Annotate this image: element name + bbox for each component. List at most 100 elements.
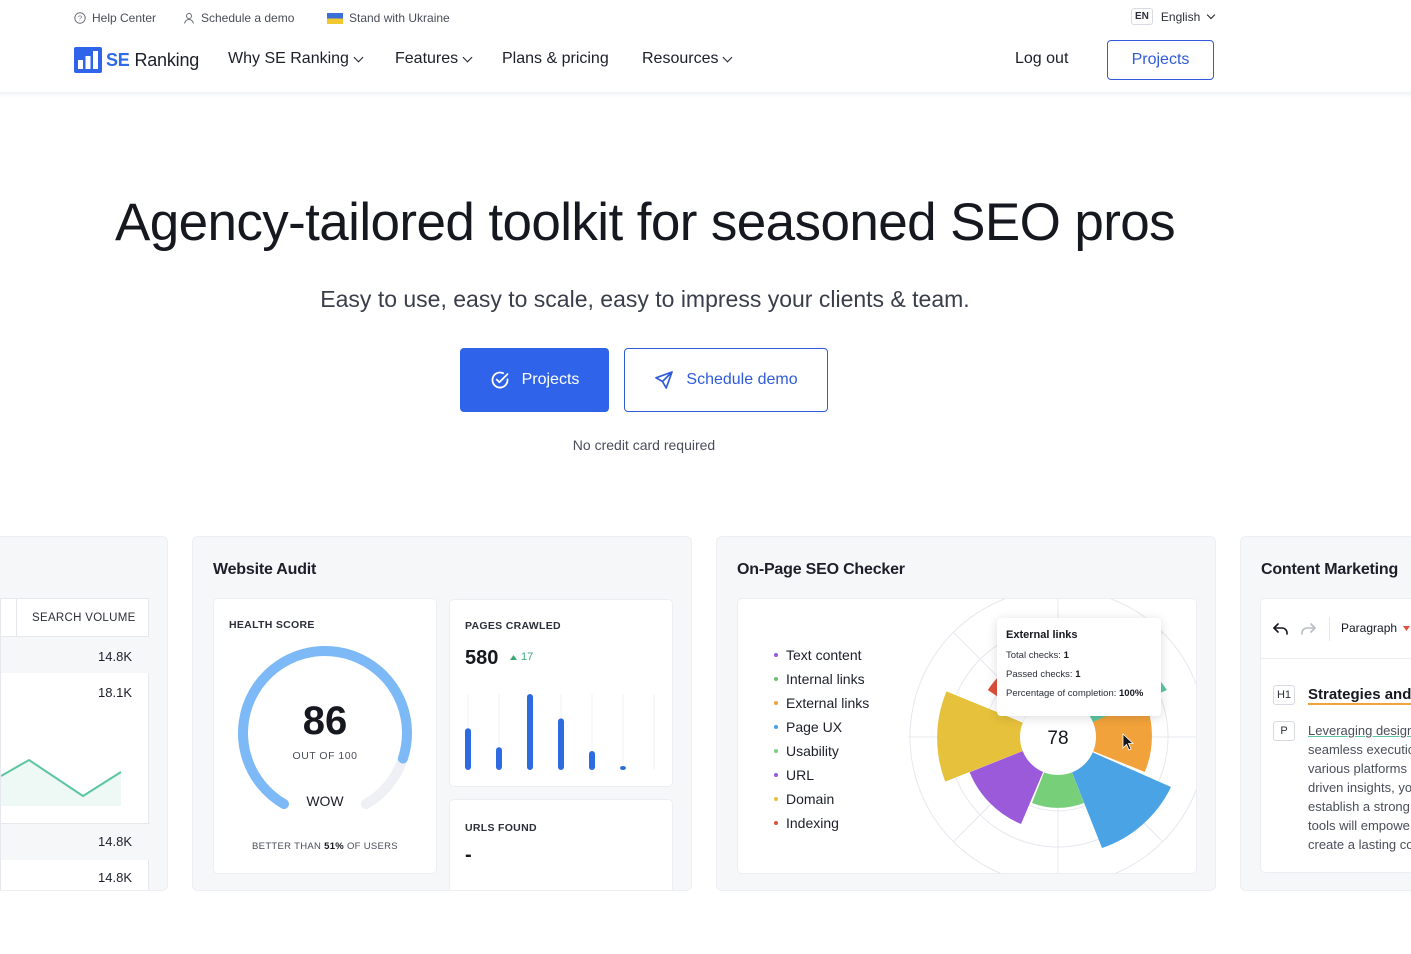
keyword-research-card[interactable]: SEARCH VOLUME 14.8K 18.1K 14.8K 14.8K [0, 536, 168, 891]
nav-resources-label: Resources [642, 50, 719, 67]
legend-label: Domain [786, 791, 835, 807]
pages-crawled-bar [589, 751, 595, 770]
legend-dot-icon [774, 701, 778, 705]
nav-plans-pricing[interactable]: Plans & pricing [502, 50, 609, 68]
better-than-note: BETTER THAN 51% OF USERS [252, 841, 398, 852]
checker-legend: Text content Internal links External links… [774, 643, 869, 835]
content-marketing-title: Content Marketing [1261, 561, 1399, 578]
h1-tag: H1 [1273, 685, 1295, 705]
nav-why-label: Why SE Ranking [228, 50, 349, 67]
stand-with-ukraine-label: Stand with Ukraine [349, 11, 450, 25]
svg-text:?: ? [78, 14, 82, 23]
check-circle-icon [491, 371, 508, 389]
nav-projects-button[interactable]: Projects [1107, 40, 1214, 80]
legend-dot-icon [774, 797, 778, 801]
pages-crawled-label: PAGES CRAWLED [465, 620, 561, 632]
checker-score: 78 [1047, 728, 1068, 749]
logo-wordmark: SE Ranking [106, 49, 200, 70]
main-nav: SE Ranking Why SE Ranking Features Plans… [0, 36, 1411, 92]
schedule-demo-label: Schedule a demo [201, 11, 295, 25]
legend-dot-icon [774, 677, 778, 681]
legend-item: URL [774, 763, 869, 787]
projects-cta-button[interactable]: Projects [460, 348, 609, 412]
editor-heading: Strategies and [1308, 686, 1411, 705]
on-page-seo-checker-card[interactable]: On-Page SEO Checker Text content Internal… [716, 536, 1216, 891]
health-score-grade: WOW [306, 793, 344, 809]
pages-crawled-bar [496, 747, 502, 770]
language-name: English [1160, 9, 1201, 24]
website-audit-title: Website Audit [213, 561, 317, 578]
urls-found-label: URLS FOUND [465, 822, 537, 834]
help-center-label: Help Center [92, 11, 157, 25]
health-score-label: HEALTH SCORE [229, 619, 315, 631]
content-editor: Paragraph H1 Strategies and P Leveraging… [1260, 598, 1411, 873]
content-marketing-card[interactable]: Content Marketing Paragraph H1 Strategie… [1240, 536, 1411, 891]
legend-label: External links [786, 695, 870, 711]
pages-crawled-bar [620, 766, 626, 770]
nav-divider [0, 92, 1411, 98]
legend-item: Internal links [774, 667, 869, 691]
paragraph-line: establish a strong [1308, 799, 1410, 814]
table-cell-volume: 14.8K [98, 649, 132, 664]
projects-cta-label: Projects [521, 371, 580, 388]
hero-subtitle: Easy to use, easy to scale, easy to impr… [320, 286, 970, 312]
table-cell-volume: 18.1K [98, 685, 132, 700]
legend-dot-icon [774, 725, 778, 729]
user-icon [184, 13, 194, 24]
nav-features[interactable]: Features [395, 50, 473, 68]
legend-item: Domain [774, 787, 869, 811]
trend-sparkline [1, 758, 122, 806]
help-center-link[interactable]: ? Help Center [74, 11, 156, 25]
legend-dot-icon [774, 653, 778, 657]
legend-dot-icon [774, 749, 778, 753]
schedule-demo-cta-button[interactable]: Schedule demo [624, 348, 828, 412]
paragraph-line: driven insights, yo [1308, 780, 1411, 795]
logo-bars-icon [74, 47, 102, 73]
legend-item: Usability [774, 739, 869, 763]
pages-crawled-chart [465, 694, 655, 770]
legend-item: Page UX [774, 715, 869, 739]
stand-with-ukraine-link[interactable]: Stand with Ukraine [327, 11, 450, 25]
legend-dot-icon [774, 773, 778, 777]
schedule-demo-link[interactable]: Schedule a demo [183, 11, 294, 25]
chevron-down-icon [462, 52, 473, 62]
legend-item: External links [774, 691, 869, 715]
pages-crawled-bar [558, 718, 564, 770]
nav-resources[interactable]: Resources [642, 50, 733, 68]
checker-panel: Text content Internal links External links… [737, 598, 1197, 874]
nav-why-se-ranking[interactable]: Why SE Ranking [228, 50, 364, 68]
health-score-value: 86 [302, 699, 348, 743]
language-code: EN [1131, 8, 1153, 25]
chevron-down-icon [723, 52, 733, 62]
p-tag: P [1273, 721, 1295, 741]
legend-label: Text content [786, 647, 862, 663]
pages-crawled-value: 580 [465, 647, 499, 669]
website-audit-card[interactable]: Website Audit HEALTH SCORE 86 OUT OF 100… [192, 536, 692, 891]
search-volume-header: SEARCH VOLUME [32, 611, 136, 624]
chevron-down-icon [1207, 10, 1216, 19]
urls-found-panel: URLS FOUND - [449, 799, 673, 890]
on-page-checker-title: On-Page SEO Checker [737, 561, 905, 578]
paragraph-style-select[interactable]: Paragraph [1341, 621, 1411, 635]
paragraph-line: create a lasting co [1308, 837, 1411, 852]
urls-found-value: - [465, 844, 472, 866]
legend-label: Usability [786, 743, 839, 759]
paper-plane-icon [655, 371, 674, 389]
legend-label: Internal links [786, 671, 865, 687]
redo-icon[interactable] [1300, 623, 1316, 635]
language-selector[interactable]: EN English [1131, 8, 1216, 25]
editor-paragraph: Leveraging design seamless executic variou… [1308, 721, 1411, 854]
editor-toolbar: Paragraph [1261, 599, 1411, 659]
pages-crawled-bar [527, 694, 533, 770]
paragraph-line: Leveraging design [1308, 723, 1411, 738]
legend-item: Indexing [774, 811, 869, 835]
se-ranking-logo[interactable]: SE Ranking [74, 47, 199, 73]
table-cell-volume: 14.8K [98, 834, 132, 849]
caret-down-icon [1403, 625, 1411, 631]
paragraph-line: seamless executic [1308, 742, 1411, 757]
ukraine-flag-icon [327, 12, 343, 24]
help-icon: ? [74, 12, 86, 24]
pages-crawled-bar [465, 728, 471, 770]
logout-link[interactable]: Log out [1015, 50, 1068, 68]
undo-icon[interactable] [1273, 623, 1289, 635]
